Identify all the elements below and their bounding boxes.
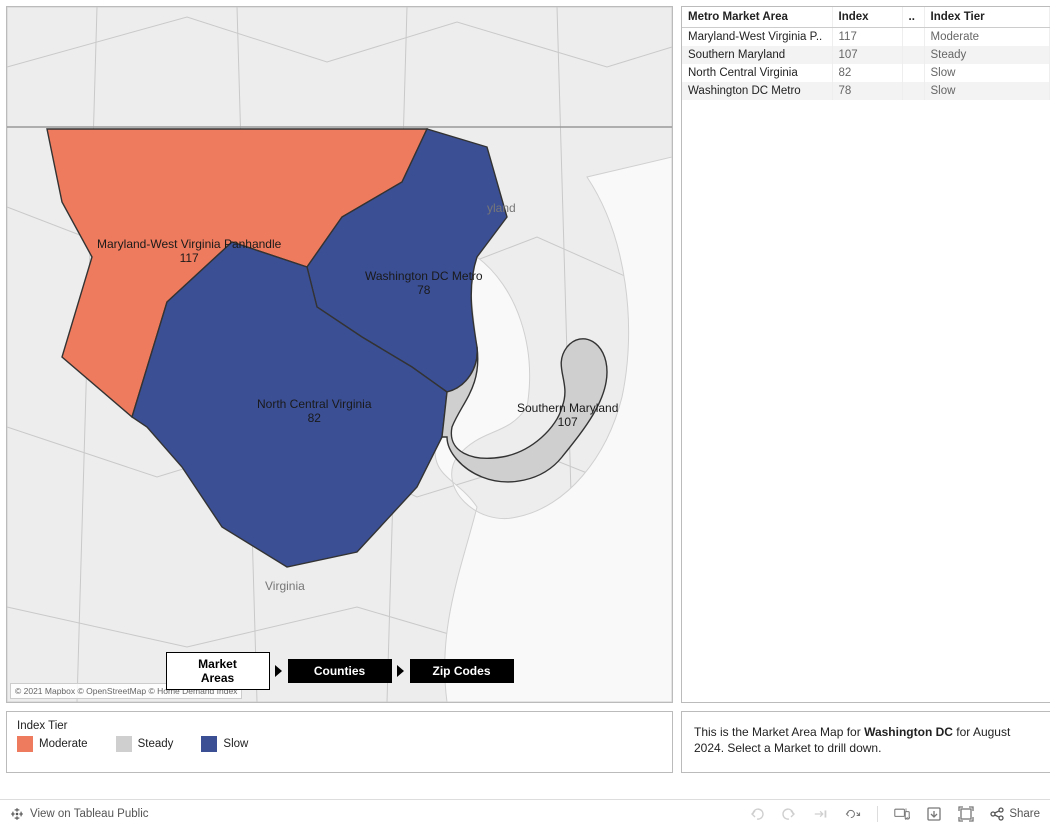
view-on-tableau-link[interactable]: View on Tableau Public bbox=[10, 807, 149, 821]
map-svg[interactable] bbox=[7, 7, 672, 702]
caption-bold: Washington DC bbox=[864, 725, 953, 739]
drill-counties[interactable]: Counties bbox=[288, 659, 392, 683]
th-delta[interactable]: .. bbox=[902, 7, 924, 28]
swatch-slow bbox=[201, 736, 217, 752]
drill-zip-codes[interactable]: Zip Codes bbox=[410, 659, 514, 683]
legend-title: Index Tier bbox=[17, 720, 662, 732]
th-tier[interactable]: Index Tier bbox=[924, 7, 1050, 28]
tableau-logo-icon bbox=[10, 807, 24, 821]
data-table[interactable]: Metro Market Area Index .. Index Tier Ma… bbox=[682, 7, 1050, 100]
replay-icon[interactable] bbox=[813, 806, 829, 822]
revert-icon[interactable] bbox=[845, 806, 861, 822]
fullscreen-icon[interactable] bbox=[958, 806, 974, 822]
download-icon[interactable] bbox=[926, 806, 942, 822]
swatch-moderate bbox=[17, 736, 33, 752]
toolbar-divider bbox=[877, 806, 878, 822]
caption-prefix: This is the Market Area Map for bbox=[694, 725, 864, 739]
drill-nav: Market Areas Counties Zip Codes bbox=[166, 652, 514, 690]
table-row[interactable]: Washington DC Metro 78 Slow bbox=[682, 82, 1050, 100]
device-icon[interactable] bbox=[894, 806, 910, 822]
swatch-steady bbox=[116, 736, 132, 752]
th-area[interactable]: Metro Market Area bbox=[682, 7, 832, 28]
view-on-tableau-label: View on Tableau Public bbox=[30, 808, 149, 820]
legend-item-steady[interactable]: Steady bbox=[116, 736, 174, 752]
table-row[interactable]: North Central Virginia 82 Slow bbox=[682, 64, 1050, 82]
table-row[interactable]: Maryland-West Virginia P.. 117 Moderate bbox=[682, 28, 1050, 47]
undo-icon[interactable] bbox=[749, 806, 765, 822]
tableau-toolbar: View on Tableau Public Share bbox=[0, 799, 1050, 827]
redo-icon[interactable] bbox=[781, 806, 797, 822]
th-index[interactable]: Index bbox=[832, 7, 902, 28]
legend-item-moderate[interactable]: Moderate bbox=[17, 736, 88, 752]
legend-item-slow[interactable]: Slow bbox=[201, 736, 248, 752]
table-header-row: Metro Market Area Index .. Index Tier bbox=[682, 7, 1050, 28]
legend-panel: Index Tier Moderate Steady Slow bbox=[6, 711, 673, 773]
drill-arrow-icon bbox=[274, 664, 284, 678]
table-row[interactable]: Southern Maryland 107 Steady bbox=[682, 46, 1050, 64]
share-icon bbox=[990, 807, 1004, 821]
table-panel: Metro Market Area Index .. Index Tier Ma… bbox=[681, 6, 1050, 703]
map-panel[interactable]: Maryland-West Virginia Panhandle 117 Was… bbox=[6, 6, 673, 703]
share-button[interactable]: Share bbox=[990, 807, 1040, 821]
caption-panel: This is the Market Area Map for Washingt… bbox=[681, 711, 1050, 773]
share-label: Share bbox=[1009, 808, 1040, 820]
drill-market-areas[interactable]: Market Areas bbox=[166, 652, 270, 690]
drill-arrow-icon bbox=[396, 664, 406, 678]
